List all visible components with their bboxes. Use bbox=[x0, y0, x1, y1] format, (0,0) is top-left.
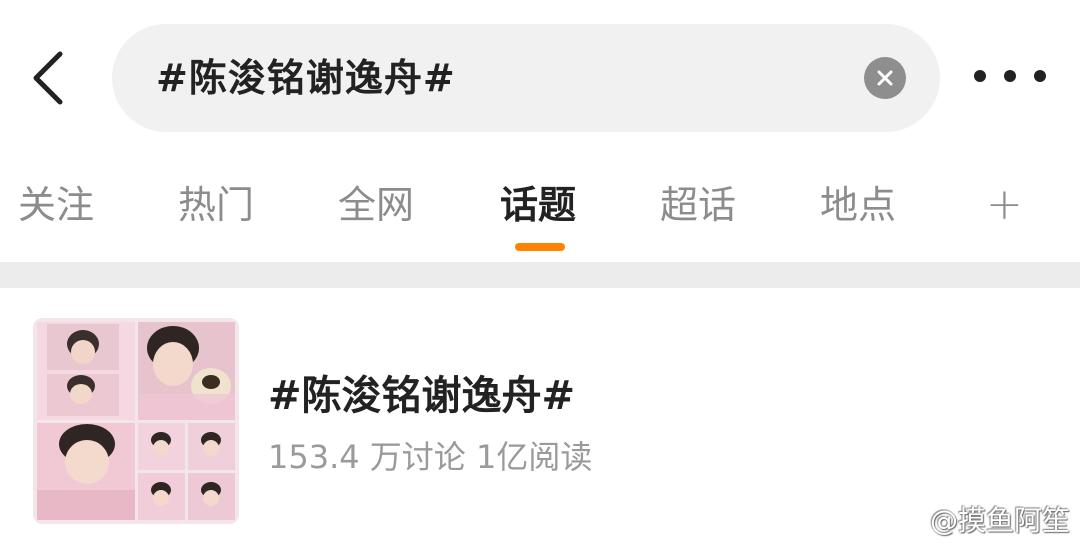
tab-add-button[interactable]: + bbox=[986, 170, 1023, 240]
photo-collage-thumbnail bbox=[33, 318, 239, 524]
section-divider bbox=[0, 262, 1080, 288]
tab-all-web[interactable]: 全网 bbox=[338, 170, 414, 240]
tab-hot[interactable]: 热门 bbox=[178, 170, 254, 240]
topic-thumbnail[interactable] bbox=[33, 318, 239, 524]
tab-topics[interactable]: 话题 bbox=[500, 170, 576, 240]
weibo-logo-icon bbox=[884, 506, 922, 535]
topic-result-card[interactable]: #陈浚铭谢逸舟# 153.4 万讨论 1亿阅读 @摸鱼阿笙 bbox=[0, 288, 1080, 545]
tab-follow[interactable]: 关注 bbox=[18, 170, 94, 240]
watermark: @摸鱼阿笙 bbox=[884, 499, 1070, 539]
tab-super-topics[interactable]: 超话 bbox=[660, 170, 736, 240]
clear-search-button[interactable] bbox=[864, 57, 906, 99]
search-bar[interactable]: #陈浚铭谢逸舟# bbox=[112, 24, 940, 132]
active-tab-indicator bbox=[515, 243, 565, 251]
back-button[interactable] bbox=[28, 48, 72, 108]
search-tabs: 关注 热门 全网 话题 超话 地点 + bbox=[0, 170, 1080, 240]
more-dots-icon bbox=[1034, 70, 1046, 82]
chevron-left-icon bbox=[33, 51, 63, 105]
close-icon bbox=[877, 70, 893, 86]
topic-title[interactable]: #陈浚铭谢逸舟# bbox=[268, 368, 575, 424]
more-dots-icon bbox=[974, 70, 986, 82]
search-query[interactable]: #陈浚铭谢逸舟# bbox=[156, 52, 456, 104]
tab-places[interactable]: 地点 bbox=[820, 170, 896, 240]
topic-stats: 153.4 万讨论 1亿阅读 bbox=[268, 438, 593, 476]
watermark-text: @摸鱼阿笙 bbox=[929, 504, 1070, 537]
more-dots-icon bbox=[1004, 70, 1016, 82]
more-options-button[interactable] bbox=[974, 62, 1046, 90]
